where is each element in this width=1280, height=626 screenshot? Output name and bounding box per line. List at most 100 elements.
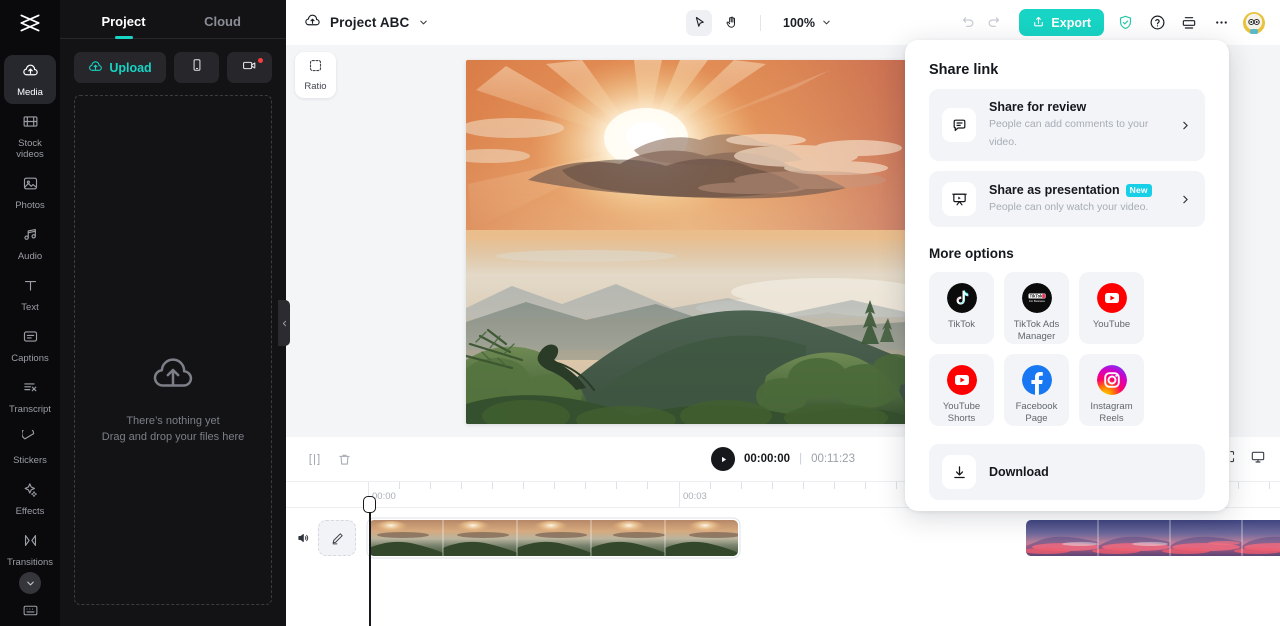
zoom-level: 100% (783, 15, 815, 30)
tab-cloud[interactable]: Cloud (173, 0, 272, 38)
record-button[interactable] (227, 52, 272, 83)
share-option-label: Instagram Reels (1090, 401, 1133, 424)
captions-icon (22, 328, 39, 350)
dropzone-line2: Drag and drop your files here (101, 431, 245, 443)
timeline-clip-sunset-mountain[interactable] (369, 520, 738, 556)
play-button[interactable] (711, 447, 736, 471)
capcut-logo-icon[interactable] (17, 10, 43, 41)
sticker-icon (20, 427, 39, 452)
chevron-down-icon[interactable] (418, 17, 429, 28)
share-option-label: YouTube (1092, 319, 1131, 330)
export-button[interactable]: Export (1019, 9, 1104, 36)
hand-tool-button[interactable] (718, 10, 744, 36)
share-option-label: Facebook Page (1015, 401, 1058, 424)
media-dropzone[interactable]: There’s nothing yet Drag and drop your f… (74, 95, 272, 605)
download-row[interactable]: Download (929, 444, 1205, 500)
youtube-icon (1096, 283, 1127, 313)
notification-dot (258, 58, 263, 63)
chevron-down-icon[interactable] (821, 17, 832, 28)
sidebar-item-audio[interactable]: Audio (4, 219, 56, 268)
svg-text:TikTok: TikTok (1029, 294, 1043, 299)
chevron-right-icon (1179, 119, 1192, 132)
playhead-handle[interactable] (363, 496, 376, 513)
share-options-grid: TikTok TikTok For Business TikTok Ads Ma… (929, 272, 1205, 426)
share-option-youtube[interactable]: YouTube (1079, 272, 1144, 344)
facebook-icon (1021, 365, 1052, 395)
sidebar-item-captions[interactable]: Captions (4, 321, 56, 370)
avatar[interactable] (1242, 11, 1266, 35)
share-option-label: YouTube Shorts (942, 401, 981, 424)
transitions-icon (22, 532, 39, 554)
share-option-tiktok[interactable]: TikTok (929, 272, 994, 344)
download-icon (942, 455, 976, 489)
youtube-shorts-icon (946, 365, 977, 395)
tiktok-ads-manager-icon: TikTok For Business (1021, 283, 1052, 313)
help-circle-icon[interactable] (1146, 12, 1168, 34)
share-option-instagram-reels[interactable]: Instagram Reels (1079, 354, 1144, 426)
upload-button-label: Upload (109, 60, 152, 75)
share-link-heading: Share link (929, 62, 999, 78)
print-layers-icon[interactable] (1178, 12, 1200, 34)
shield-check-icon[interactable] (1114, 12, 1136, 34)
edit-pencil-icon[interactable] (318, 520, 356, 556)
playhead[interactable] (363, 496, 376, 626)
timeline-clip-dusk-sky[interactable] (1026, 520, 1280, 556)
redo-icon[interactable] (986, 15, 1001, 30)
current-time: 00:00:00 (744, 453, 791, 465)
page-title: Project ABC (330, 15, 410, 30)
track-controls (296, 520, 356, 556)
sidebar-item-text[interactable]: Text (4, 270, 56, 319)
keyboard-shortcuts-icon[interactable] (22, 602, 39, 624)
sidebar-item-transitions[interactable]: Transitions (4, 525, 56, 600)
share-option-youtube-shorts[interactable]: YouTube Shorts (929, 354, 994, 426)
timeline-track-area (286, 496, 1280, 626)
sidebar-item-media[interactable]: Media (4, 55, 56, 104)
share-row-title: Share as presentation (989, 183, 1120, 197)
photo-icon (22, 175, 39, 197)
more-options-heading: More options (929, 246, 1014, 261)
upload-button[interactable]: Upload (74, 52, 166, 83)
ratio-button[interactable]: Ratio (295, 52, 336, 98)
phone-upload-button[interactable] (174, 52, 219, 83)
volume-icon[interactable] (296, 531, 310, 545)
share-as-presentation-row[interactable]: Share as presentation New People can onl… (929, 171, 1205, 227)
upload-cloud-icon (88, 59, 103, 77)
select-tool-button[interactable] (686, 9, 712, 36)
effects-sparkle-icon (22, 481, 39, 503)
project-info: Project ABC (286, 12, 429, 34)
presentation-screen-icon (942, 182, 976, 216)
sidebar-item-label: Transitions (6, 557, 54, 568)
trash-icon[interactable] (332, 447, 356, 471)
aspect-ratio-icon (308, 58, 323, 78)
split-clip-icon[interactable] (302, 447, 326, 471)
svg-text:For Business: For Business (1029, 299, 1045, 303)
share-option-facebook-page[interactable]: Facebook Page (1004, 354, 1069, 426)
time-separator: | (799, 453, 803, 465)
sidebar-item-effects[interactable]: Effects (4, 474, 56, 523)
sidebar-item-label: Media (17, 87, 43, 98)
sidebar-item-label: Stock videos (16, 138, 44, 160)
cloud-sync-icon[interactable] (304, 12, 321, 34)
instagram-icon (1096, 365, 1127, 395)
share-option-tiktok-ads-manager[interactable]: TikTok For Business TikTok Ads Manager (1004, 272, 1069, 344)
video-preview[interactable] (466, 60, 906, 424)
sidebar-item-stock-videos[interactable]: Stock videos (4, 106, 56, 166)
sidebar-item-transcript[interactable]: Transcript (4, 372, 56, 421)
panel-collapse-handle[interactable] (278, 300, 290, 346)
monitor-icon[interactable] (1250, 449, 1266, 470)
sidebar-item-photos[interactable]: Photos (4, 168, 56, 217)
sidebar-item-stickers[interactable]: Stickers (4, 423, 56, 472)
phone-icon (190, 58, 204, 77)
share-option-label: TikTok (947, 319, 976, 330)
panel-actions: Upload (60, 39, 286, 83)
undo-icon[interactable] (961, 15, 976, 30)
sidebar-item-label: Photos (15, 200, 45, 211)
transcript-icon (22, 379, 39, 401)
chevron-down-icon[interactable] (19, 572, 41, 594)
top-toolbar: Project ABC 100% Export (286, 0, 1280, 45)
media-cloud-icon (22, 62, 39, 84)
more-horizontal-icon[interactable] (1210, 12, 1232, 34)
share-for-review-row[interactable]: Share for review People can add comments… (929, 89, 1205, 161)
toolbar-divider (760, 14, 761, 31)
tab-project[interactable]: Project (74, 0, 173, 38)
